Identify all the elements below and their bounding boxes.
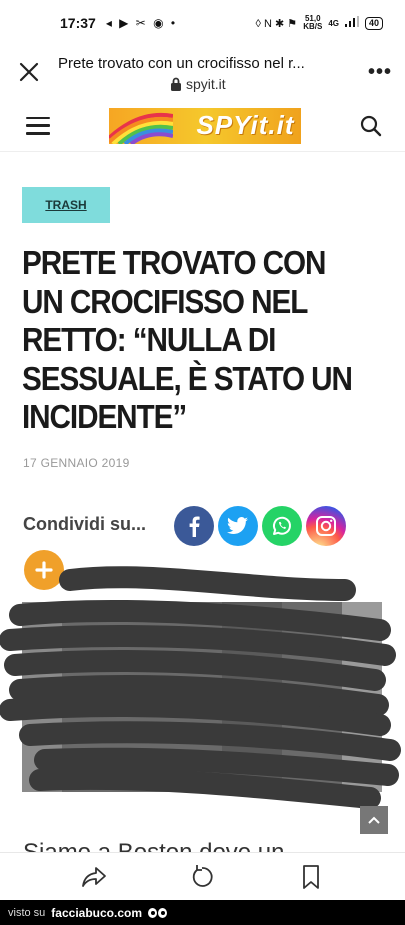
system-icons: ◊ N ✱ ⚑	[255, 17, 298, 30]
whatsapp-share-button[interactable]	[262, 506, 302, 546]
signal-icon	[344, 16, 359, 30]
refresh-button[interactable]	[182, 857, 222, 897]
twitter-icon	[227, 517, 248, 534]
refresh-icon	[193, 864, 214, 887]
censor-scribble	[0, 566, 401, 809]
headline-line: PRETE TROVATO CON	[22, 244, 326, 281]
footer-prefix: visto su	[8, 906, 46, 919]
notification-icons: ◂ ▶ ✂ ◉ •	[105, 16, 178, 30]
logo-text: SPYit.it	[196, 110, 295, 140]
headline-line: SESSUALE, È STATO UN	[22, 359, 353, 397]
status-right: ◊ N ✱ ⚑ 51,0 KB/S 4G 40	[256, 15, 383, 31]
article-headline: PRETE TROVATO CON UN CROCIFISSO NEL RETT…	[22, 244, 391, 437]
search-button[interactable]	[359, 114, 383, 138]
share-label: Condividi su...	[23, 514, 147, 534]
headline-line: UN CROCIFISSO NEL	[22, 282, 308, 320]
url-text: spyit.it	[186, 75, 226, 92]
site-logo[interactable]: SPYit.it	[108, 107, 301, 144]
headline-line: INCIDENTE”	[22, 398, 187, 435]
category-tag[interactable]: TRASH	[22, 187, 110, 223]
facebook-icon	[189, 516, 200, 537]
menu-icon[interactable]	[26, 116, 50, 135]
scroll-top-button[interactable]	[360, 806, 388, 834]
more-options-button[interactable]: •••	[355, 46, 405, 98]
network-speed-unit: KB/S	[303, 22, 323, 31]
share-icon	[82, 866, 107, 887]
logo-rainbow-graphic	[108, 112, 173, 144]
twitter-share-button[interactable]	[218, 506, 258, 546]
search-icon	[360, 115, 382, 136]
instagram-share-button[interactable]	[306, 506, 346, 546]
close-button[interactable]	[0, 46, 58, 98]
watermark-footer: visto su facciabuco.com	[0, 900, 405, 925]
bookmark-button[interactable]	[291, 857, 331, 897]
instagram-icon	[316, 516, 336, 536]
url-row: spyit.it	[170, 76, 355, 92]
article-body-text: Siamo a Boston dove un	[23, 838, 285, 852]
network-speed: 51,0 KB/S	[303, 15, 322, 31]
browser-toolbar: Prete trovato con un crocifisso nel r...…	[0, 46, 405, 98]
eyes-icon	[148, 907, 167, 918]
footer-brand: facciabuco.com	[51, 905, 142, 920]
share-button[interactable]	[74, 857, 114, 897]
headline-line: RETTO: “NULLA DI	[22, 321, 276, 358]
facebook-share-button[interactable]	[174, 506, 214, 546]
lock-icon	[171, 77, 181, 91]
article-date: 17 GENNAIO 2019	[23, 456, 130, 470]
status-left: 17:37 ◂ ▶ ✂ ◉ •	[60, 15, 177, 31]
more-icon: •••	[367, 60, 392, 83]
signal-indicator: 4G	[328, 18, 339, 28]
whatsapp-icon	[272, 516, 291, 535]
battery-icon: 40	[364, 16, 383, 30]
page-title: Prete trovato con un crocifisso nel r...	[58, 54, 305, 72]
bookmark-icon	[302, 864, 319, 889]
chevron-up-icon	[368, 816, 380, 824]
site-header: SPYit.it	[0, 100, 405, 152]
url-block[interactable]: Prete trovato con un crocifisso nel r...…	[58, 53, 355, 92]
status-bar: 17:37 ◂ ▶ ✂ ◉ • ◊ N ✱ ⚑ 51,0 KB/S 4G 40	[0, 0, 405, 46]
close-icon	[19, 62, 39, 82]
bottom-navigation	[0, 852, 405, 900]
status-time: 17:37	[60, 15, 96, 31]
